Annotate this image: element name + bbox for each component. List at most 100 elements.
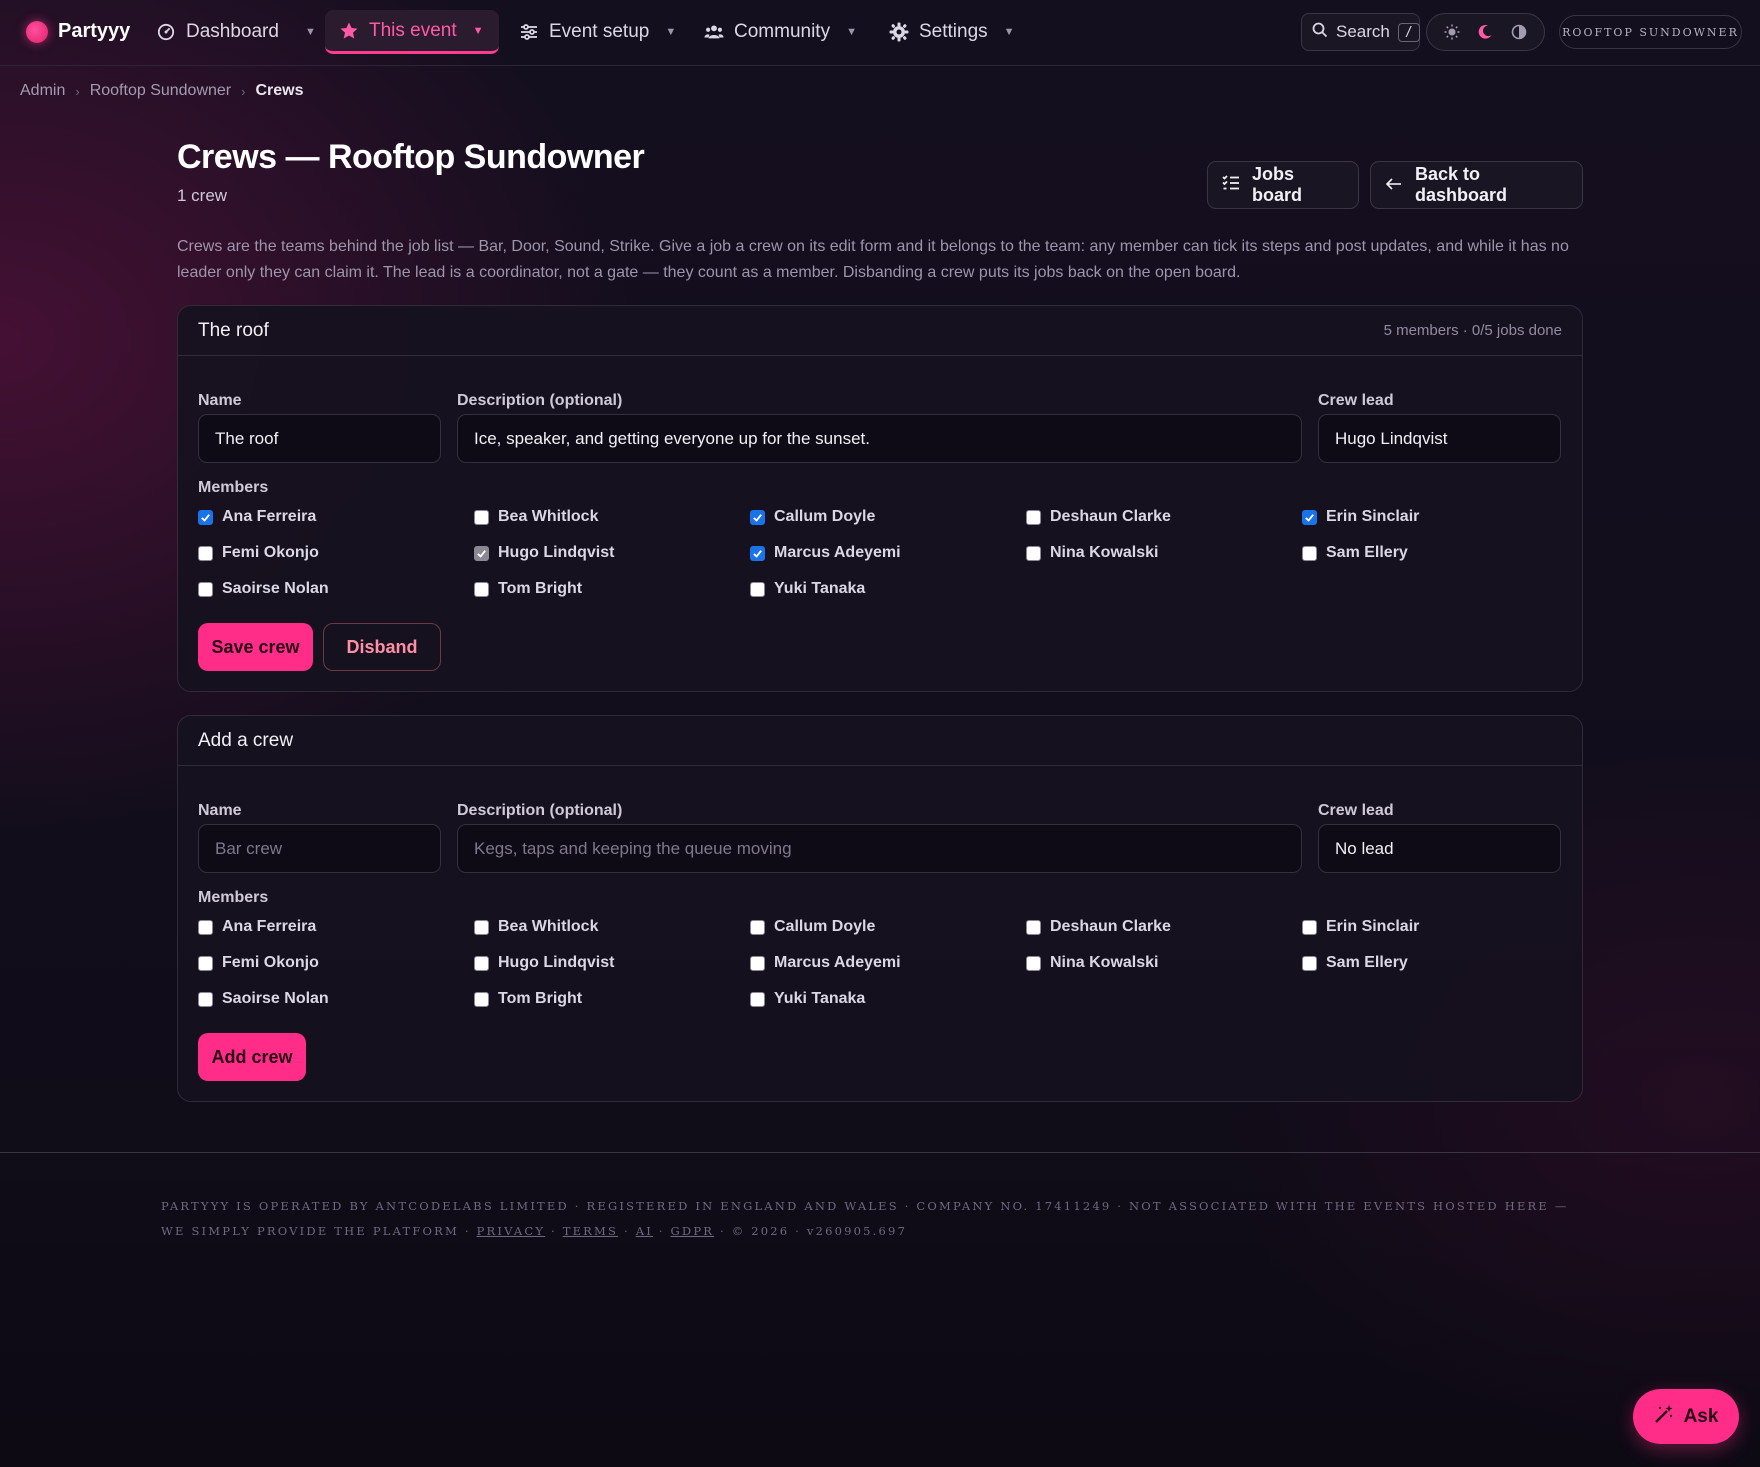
brand-logo[interactable]: Partyyy bbox=[26, 20, 130, 43]
checkbox[interactable] bbox=[474, 955, 489, 971]
page-title: Crews — Rooftop Sundowner bbox=[177, 138, 645, 176]
checkbox[interactable] bbox=[198, 955, 213, 971]
new-crew-description-input[interactable]: Kegs, taps and keeping the queue moving bbox=[457, 824, 1302, 873]
member-name: Femi Okonjo bbox=[222, 954, 319, 971]
checkbox[interactable] bbox=[750, 919, 765, 935]
member-checkbox-item[interactable]: Marcus Adeyemi bbox=[750, 954, 901, 972]
member-checkbox-item[interactable]: Saoirse Nolan bbox=[198, 580, 329, 598]
member-checkbox-item[interactable]: Tom Bright bbox=[474, 580, 582, 598]
save-crew-button[interactable]: Save crew bbox=[198, 623, 313, 671]
member-checkbox-item[interactable]: Femi Okonjo bbox=[198, 954, 319, 972]
brand-name: Partyyy bbox=[58, 20, 131, 42]
nav-community-label: Community bbox=[734, 21, 831, 42]
member-checkbox-item[interactable]: Erin Sinclair bbox=[1302, 508, 1419, 526]
terms-link[interactable]: Terms bbox=[563, 1224, 618, 1238]
member-checkbox-item[interactable]: Nina Kowalski bbox=[1026, 954, 1158, 972]
crew-card-meta: 5 members · 0/5 jobs done bbox=[1383, 322, 1562, 339]
member-checkbox-item[interactable]: Callum Doyle bbox=[750, 508, 875, 526]
footer: Partyyy is operated by AntCodeLabs Limit… bbox=[161, 1194, 1601, 1244]
checkbox[interactable] bbox=[474, 581, 489, 597]
breadcrumb-event[interactable]: Rooftop Sundowner bbox=[90, 82, 231, 100]
member-checkbox-item[interactable]: Sam Ellery bbox=[1302, 954, 1408, 972]
member-checkbox-item[interactable]: Marcus Adeyemi bbox=[750, 544, 901, 562]
member-checkbox-item[interactable]: Ana Ferreira bbox=[198, 508, 316, 526]
member-name: Yuki Tanaka bbox=[774, 990, 866, 1007]
footer-copyright: · © 2026 · v260905.697 bbox=[719, 1224, 908, 1238]
checkbox[interactable] bbox=[198, 509, 213, 525]
member-checkbox-item[interactable]: Bea Whitlock bbox=[474, 508, 598, 526]
crew-name-input[interactable]: The roof bbox=[198, 414, 441, 463]
ask-button[interactable]: Ask bbox=[1633, 1389, 1739, 1444]
nav-event-setup-label: Event setup bbox=[549, 21, 650, 42]
member-checkbox-item[interactable]: Ana Ferreira bbox=[198, 918, 316, 936]
nav-community[interactable]: Community ▼ bbox=[690, 10, 871, 54]
ai-link[interactable]: AI bbox=[636, 1224, 653, 1238]
member-checkbox-item[interactable]: Erin Sinclair bbox=[1302, 918, 1419, 936]
sun-icon[interactable] bbox=[1439, 19, 1465, 45]
member-checkbox-item[interactable]: Yuki Tanaka bbox=[750, 580, 865, 598]
member-checkbox-item[interactable]: Hugo Lindqvist bbox=[474, 544, 614, 562]
checkbox[interactable] bbox=[1026, 955, 1041, 971]
chevron-right-icon: › bbox=[241, 83, 246, 99]
member-checkbox-item[interactable]: Bea Whitlock bbox=[474, 918, 598, 936]
breadcrumb-current: Crews bbox=[255, 82, 304, 99]
crew-description-input[interactable]: Ice, speaker, and getting everyone up fo… bbox=[457, 414, 1302, 463]
checkbox[interactable] bbox=[1026, 545, 1041, 561]
member-checkbox-item[interactable]: Yuki Tanaka bbox=[750, 990, 865, 1008]
gear-icon bbox=[889, 22, 909, 42]
member-checkbox-item[interactable]: Hugo Lindqvist bbox=[474, 954, 614, 972]
checkbox[interactable] bbox=[750, 991, 765, 1007]
checkbox[interactable] bbox=[1302, 545, 1317, 561]
checkbox[interactable] bbox=[1302, 919, 1317, 935]
crew-lead-select[interactable]: Hugo Lindqvist bbox=[1318, 414, 1561, 463]
member-checkbox-item[interactable]: Deshaun Clarke bbox=[1026, 918, 1171, 936]
moon-icon[interactable] bbox=[1472, 19, 1498, 45]
add-crew-title: Add a crew bbox=[198, 729, 294, 751]
back-to-dashboard-label: Back to dashboard bbox=[1415, 164, 1508, 205]
crew-card-header: The roof 5 members · 0/5 jobs done bbox=[178, 306, 1582, 356]
checkbox[interactable] bbox=[750, 581, 765, 597]
contrast-icon[interactable] bbox=[1506, 19, 1532, 45]
checkbox[interactable] bbox=[1026, 919, 1041, 935]
checkbox[interactable] bbox=[198, 919, 213, 935]
member-checkbox-item[interactable]: Femi Okonjo bbox=[198, 544, 319, 562]
checkbox[interactable] bbox=[750, 955, 765, 971]
nav-settings[interactable]: Settings ▼ bbox=[875, 10, 1029, 54]
member-checkbox-item[interactable]: Callum Doyle bbox=[750, 918, 875, 936]
users-icon bbox=[704, 22, 724, 42]
brand-dot-icon bbox=[26, 20, 48, 43]
search-button[interactable]: Search / bbox=[1301, 13, 1420, 51]
disband-button[interactable]: Disband bbox=[323, 623, 441, 671]
nav-event-setup[interactable]: Event setup ▼ bbox=[505, 10, 690, 54]
checkbox[interactable] bbox=[474, 919, 489, 935]
checkbox[interactable] bbox=[474, 509, 489, 525]
member-checkbox-item[interactable]: Saoirse Nolan bbox=[198, 990, 329, 1008]
member-name: Nina Kowalski bbox=[1050, 954, 1159, 971]
checkbox[interactable] bbox=[750, 509, 765, 525]
gauge-icon bbox=[156, 22, 176, 42]
back-to-dashboard-button[interactable]: Back to dashboard bbox=[1370, 161, 1583, 209]
checkbox[interactable] bbox=[198, 581, 213, 597]
checkbox[interactable] bbox=[1302, 955, 1317, 971]
checkbox[interactable] bbox=[474, 991, 489, 1007]
checkbox[interactable] bbox=[1026, 509, 1041, 525]
checkbox[interactable] bbox=[198, 991, 213, 1007]
member-checkbox-item[interactable]: Sam Ellery bbox=[1302, 544, 1408, 562]
member-checkbox-item[interactable]: Nina Kowalski bbox=[1026, 544, 1158, 562]
new-crew-lead-select[interactable]: No lead bbox=[1318, 824, 1561, 873]
add-crew-button[interactable]: Add crew bbox=[198, 1033, 306, 1081]
gdpr-link[interactable]: GDPR bbox=[671, 1224, 715, 1238]
nav-dashboard[interactable]: Dashboard ▼ bbox=[142, 10, 330, 54]
checkbox[interactable] bbox=[1302, 509, 1317, 525]
current-event-pill[interactable]: ROOFTOP SUNDOWNER bbox=[1559, 15, 1742, 49]
privacy-link[interactable]: Privacy bbox=[477, 1224, 546, 1238]
member-checkbox-item[interactable]: Tom Bright bbox=[474, 990, 582, 1008]
checkbox[interactable] bbox=[750, 545, 765, 561]
nav-this-event[interactable]: This event ▼ bbox=[325, 10, 499, 54]
member-checkbox-item[interactable]: Deshaun Clarke bbox=[1026, 508, 1171, 526]
jobs-board-button[interactable]: Jobs board bbox=[1207, 161, 1359, 209]
name-label: Name bbox=[198, 802, 242, 819]
breadcrumb-admin[interactable]: Admin bbox=[20, 82, 65, 100]
new-crew-name-input[interactable]: Bar crew bbox=[198, 824, 441, 873]
checkbox[interactable] bbox=[198, 545, 213, 561]
